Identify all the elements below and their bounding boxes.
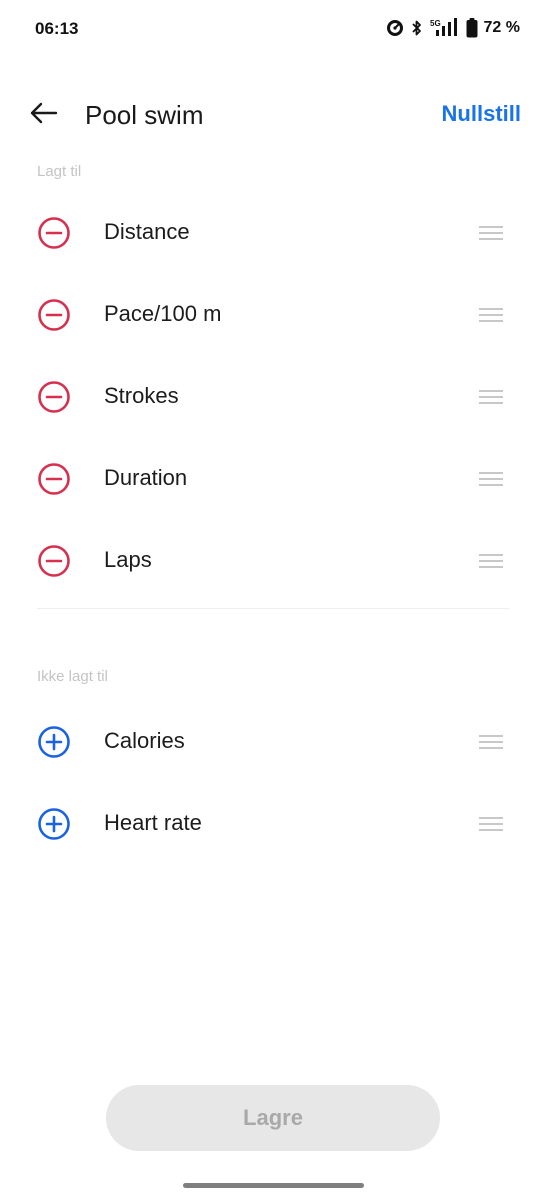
bluetooth-icon: [410, 19, 424, 37]
page-title: Pool swim: [85, 100, 204, 130]
item-label: Calories: [104, 728, 185, 753]
item-label: Distance: [104, 219, 190, 244]
add-circle-icon[interactable]: [37, 725, 71, 759]
list-item: Calories: [0, 701, 546, 783]
item-label: Laps: [104, 547, 152, 572]
status-time: 06:13: [35, 19, 79, 38]
added-list: Distance Pace/100 m Strokes Duration Lap…: [0, 192, 546, 602]
remove-circle-icon[interactable]: [37, 380, 71, 414]
list-item: Pace/100 m: [0, 274, 546, 356]
drag-handle-icon[interactable]: [478, 222, 504, 244]
drag-handle-icon[interactable]: [478, 550, 504, 572]
save-button[interactable]: Lagre: [106, 1085, 440, 1151]
network-type: 5G: [430, 19, 441, 28]
item-label: Pace/100 m: [104, 301, 222, 326]
speedometer-icon: [386, 19, 404, 37]
list-item: Laps: [0, 520, 546, 602]
arrow-left-icon: [28, 101, 58, 130]
battery-icon: [466, 18, 478, 38]
item-label: Heart rate: [104, 810, 202, 835]
drag-handle-icon[interactable]: [478, 813, 504, 835]
status-bar: 06:13 5G 72 %: [0, 0, 546, 60]
drag-handle-icon[interactable]: [478, 731, 504, 753]
battery-percent: 72 %: [483, 19, 520, 36]
add-circle-icon[interactable]: [37, 807, 71, 841]
remove-circle-icon[interactable]: [37, 216, 71, 250]
reset-button[interactable]: Nullstill: [442, 101, 521, 127]
app-header: Pool swim Nullstill: [0, 88, 546, 142]
drag-handle-icon[interactable]: [478, 468, 504, 490]
drag-handle-icon[interactable]: [478, 304, 504, 326]
item-label: Strokes: [104, 383, 179, 408]
drag-handle-icon[interactable]: [478, 386, 504, 408]
section-label-added: Lagt til: [37, 163, 82, 180]
list-item: Strokes: [0, 356, 546, 438]
signal-icon: 5G: [430, 18, 460, 38]
remove-circle-icon[interactable]: [37, 544, 71, 578]
home-indicator[interactable]: [183, 1183, 364, 1188]
status-icons: 5G 72 %: [386, 18, 520, 38]
not-added-list: Calories Heart rate: [0, 701, 546, 865]
section-divider: [37, 608, 509, 609]
section-label-not-added: Ikke lagt til: [37, 668, 108, 685]
remove-circle-icon[interactable]: [37, 462, 71, 496]
item-label: Duration: [104, 465, 188, 490]
back-button[interactable]: [24, 96, 62, 134]
list-item: Heart rate: [0, 783, 546, 865]
list-item: Distance: [0, 192, 546, 274]
list-item: Duration: [0, 438, 546, 520]
remove-circle-icon[interactable]: [37, 298, 71, 332]
